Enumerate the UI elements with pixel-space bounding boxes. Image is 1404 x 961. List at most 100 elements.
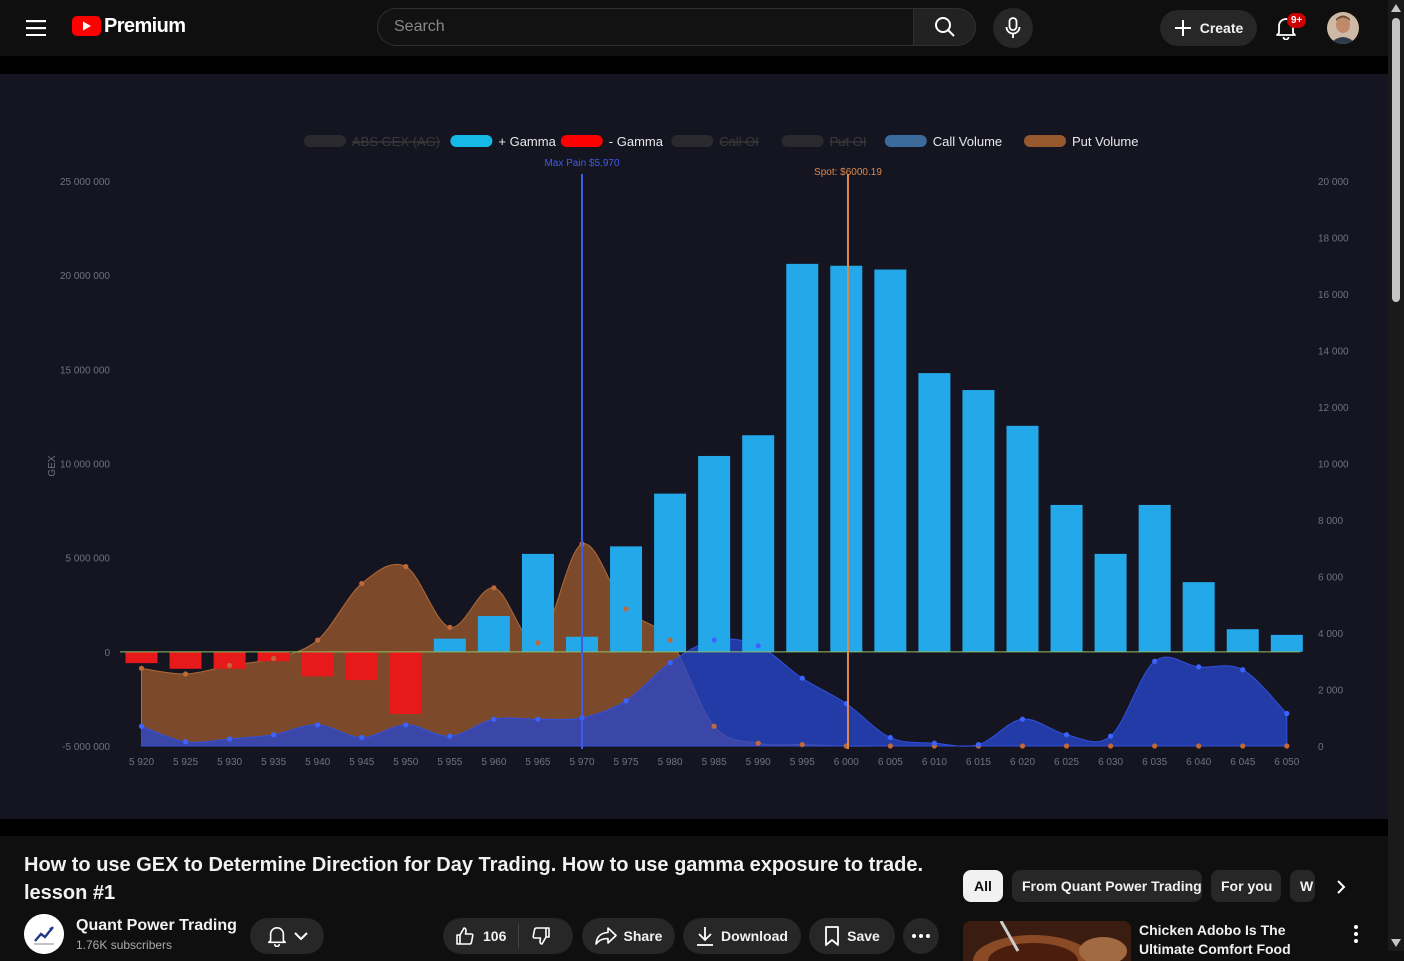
voice-search-button[interactable] (993, 8, 1033, 48)
put-volume-point (359, 580, 365, 587)
more-actions-button[interactable] (903, 918, 939, 954)
share-label: Share (623, 928, 663, 944)
gamma-bar-positive (654, 493, 687, 652)
y2-tick-label: 10 000 (1318, 460, 1349, 471)
microphone-icon (1005, 17, 1021, 38)
download-button[interactable]: Download (683, 918, 801, 954)
subscription-bell-button[interactable] (250, 918, 324, 954)
x-tick-label: 5 950 (393, 757, 418, 768)
chevron-right-icon (1337, 880, 1346, 894)
x-tick-label: 5 970 (569, 757, 594, 768)
x-tick-label: 5 990 (746, 757, 771, 768)
notification-count-badge: 9+ (1287, 13, 1307, 28)
legend-label-0: ABS GEX (AG) (352, 134, 440, 149)
gamma-bar-positive (874, 269, 907, 652)
thumbs-down-icon (532, 927, 551, 945)
call-volume-point (491, 716, 497, 722)
legend-label-5: Call Volume (933, 134, 1002, 149)
x-tick-label: 5 945 (349, 757, 374, 768)
guide-menu-button[interactable] (18, 10, 54, 46)
video-title: How to use GEX to Determine Direction fo… (24, 854, 924, 904)
chip-watched[interactable]: W (1290, 870, 1315, 902)
food-thumbnail-image (963, 921, 1131, 961)
gex-chart: ABS GEX (AG) + Gamma - Gamma Call OI Put OI C… (47, 134, 1349, 768)
y2-tick-label: 20 000 (1318, 177, 1349, 188)
call-volume-point (271, 732, 277, 738)
like-count: 106 (483, 928, 507, 944)
dislike-button[interactable] (519, 926, 551, 946)
x-tick-label: 6 050 (1274, 757, 1299, 768)
x-tick-label: 5 995 (790, 757, 815, 768)
chip-all[interactable]: All (963, 870, 1003, 902)
put-volume-point (1019, 743, 1026, 749)
plus-icon (1174, 20, 1191, 36)
y-axis-label: GEX (47, 455, 58, 476)
user-photo-icon (1327, 12, 1359, 44)
gamma-bar-positive (521, 553, 554, 652)
y2-tick-label: 0 (1318, 742, 1324, 753)
chips-next-button[interactable] (1326, 872, 1356, 902)
menu-icon (26, 20, 46, 36)
like-dislike-group: 106 (443, 918, 573, 954)
page-scrollbar[interactable] (1388, 0, 1404, 951)
y2-tick-label: 14 000 (1318, 347, 1349, 358)
call-volume-point (403, 722, 409, 728)
call-volume-point (887, 734, 893, 741)
download-icon (697, 927, 714, 946)
call-volume-point (315, 722, 321, 728)
call-volume-point (975, 741, 982, 748)
put-volume-point (271, 655, 277, 662)
annotation-label-0: Max Pain $5,970 (544, 158, 619, 169)
recommended-title[interactable]: Chicken Adobo Is The Ultimate Comfort Fo… (1139, 921, 1339, 959)
legend-label-4: Put OI (830, 134, 867, 149)
chip-for-you[interactable]: For you (1211, 870, 1281, 902)
video-player[interactable]: ABS GEX (AG) + Gamma - Gamma Call OI Put OI C… (0, 56, 1388, 836)
x-tick-label: 5 975 (614, 757, 639, 768)
youtube-premium-logo[interactable]: Premium (72, 14, 186, 38)
video-frame[interactable]: ABS GEX (AG) + Gamma - Gamma Call OI Put OI C… (0, 74, 1388, 819)
create-button[interactable]: Create (1160, 10, 1257, 46)
scrollbar-thumb[interactable] (1392, 18, 1400, 302)
download-label: Download (721, 928, 788, 944)
share-button[interactable]: Share (582, 918, 675, 954)
put-volume-point (403, 564, 409, 570)
call-volume-point (1284, 710, 1290, 717)
put-volume-point (138, 665, 145, 671)
x-tick-label: 6 020 (1010, 757, 1035, 768)
y-tick-label: 25 000 000 (60, 177, 110, 188)
recommended-thumbnail[interactable] (963, 921, 1131, 961)
search-input[interactable] (377, 8, 913, 46)
gamma-bar-negative (301, 651, 334, 677)
channel-name[interactable]: Quant Power Trading (76, 917, 237, 935)
call-volume-point (711, 637, 717, 643)
gamma-bar-positive (610, 546, 643, 652)
channel-avatar[interactable] (24, 914, 64, 954)
x-tick-label: 5 955 (437, 757, 462, 768)
x-tick-label: 5 925 (173, 757, 198, 768)
y2-tick-label: 2 000 (1318, 686, 1343, 697)
x-tick-label: 5 935 (261, 757, 286, 768)
chevron-down-icon (293, 932, 308, 941)
legend-swatch-3 (671, 135, 714, 147)
put-volume-point (1152, 743, 1158, 749)
put-volume-point (1196, 743, 1202, 749)
save-button[interactable]: Save (809, 918, 895, 954)
call-volume-point (227, 736, 233, 742)
account-avatar[interactable] (1327, 12, 1359, 44)
gamma-bar-positive (1226, 629, 1259, 652)
put-volume-point (315, 637, 321, 643)
like-button[interactable]: 106 (455, 924, 520, 948)
legend-swatch-6 (1024, 135, 1066, 147)
y2-tick-label: 18 000 (1318, 234, 1349, 245)
gamma-bar-positive (1138, 504, 1171, 652)
search-button[interactable] (913, 8, 976, 46)
put-volume-point (799, 741, 805, 748)
recommended-menu-button[interactable] (1346, 922, 1366, 946)
share-icon (594, 927, 617, 945)
x-tick-label: 5 920 (129, 757, 154, 768)
legend-swatch-1 (450, 135, 493, 147)
y2-tick-label: 6 000 (1318, 573, 1343, 584)
y-tick-label: 15 000 000 (60, 365, 110, 376)
video-details: How to use GEX to Determine Direction fo… (0, 836, 1388, 961)
chip-from-channel[interactable]: From Quant Power Trading (1012, 870, 1202, 902)
